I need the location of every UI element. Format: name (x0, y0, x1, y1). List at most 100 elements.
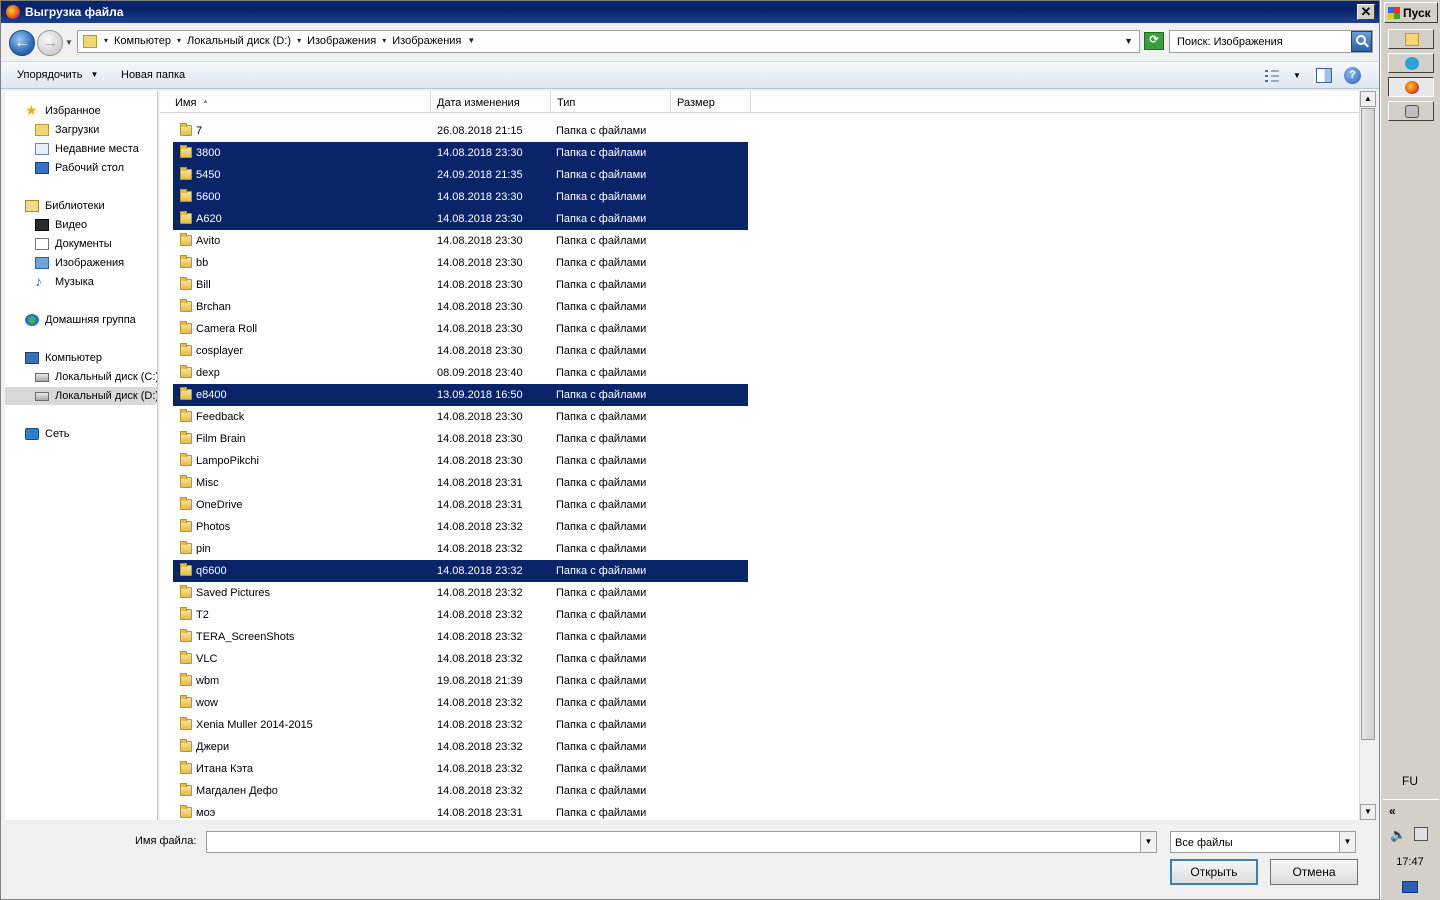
column-date[interactable]: Дата изменения (431, 91, 551, 113)
nav-item[interactable]: ♪ Музыка (5, 273, 157, 291)
file-row[interactable]: wow 14.08.2018 23:32 Папка с файлами (173, 692, 748, 714)
cancel-button[interactable]: Отмена (1270, 859, 1358, 885)
vertical-scrollbar[interactable]: ▲ ▼ (1359, 91, 1376, 820)
filetype-select[interactable]: Все файлы ▼ (1170, 831, 1356, 853)
file-row[interactable]: моэ 14.08.2018 23:31 Папка с файлами (173, 802, 748, 820)
forward-button[interactable]: → (37, 30, 63, 56)
taskbar-button[interactable] (1388, 101, 1434, 121)
search-button[interactable] (1351, 31, 1372, 52)
preview-pane-icon[interactable] (1316, 68, 1332, 83)
breadcrumb-dropdown[interactable]: ▼ (467, 36, 475, 48)
folder-icon (180, 189, 192, 202)
open-button[interactable]: Открыть (1170, 859, 1258, 885)
file-row[interactable]: Feedback 14.08.2018 23:30 Папка с файлами (173, 406, 748, 428)
file-row[interactable]: Итана Кэта 14.08.2018 23:32 Папка с файлам… (173, 758, 748, 780)
breadcrumb-item[interactable]: Изображения (392, 35, 461, 47)
file-row[interactable]: e8400 13.09.2018 16:50 Папка с файлами (173, 384, 748, 406)
breadcrumb-separator[interactable]: ▾ (104, 36, 108, 48)
file-row[interactable]: A620 14.08.2018 23:30 Папка с файлами (173, 208, 748, 230)
nav-item[interactable]: Видео (5, 216, 157, 234)
nav-item[interactable]: Локальный диск (C:) (5, 368, 157, 386)
taskbar-button[interactable] (1388, 29, 1434, 49)
view-options-dropdown[interactable]: ▼ (1293, 71, 1301, 80)
file-row[interactable]: Xenia Muller 2014-2015 14.08.2018 23:32 Па… (173, 714, 748, 736)
file-row[interactable]: Bill 14.08.2018 23:30 Папка с файлами (173, 274, 748, 296)
volume-icon[interactable]: 🔈 (1390, 827, 1406, 842)
start-button[interactable]: Пуск (1384, 2, 1438, 23)
file-row[interactable]: T2 14.08.2018 23:32 Папка с файлами (173, 604, 748, 626)
nav-item[interactable]: Недавние места (5, 140, 157, 158)
file-row[interactable]: 5600 14.08.2018 23:30 Папка с файлами (173, 186, 748, 208)
chevron-down-icon[interactable]: ▼ (1339, 832, 1355, 852)
file-row[interactable]: q6600 14.08.2018 23:32 Папка с файлами (173, 560, 748, 582)
breadcrumb-item[interactable]: Локальный диск (D:) (187, 35, 291, 47)
nav-item[interactable]: Сеть (5, 425, 157, 443)
file-row[interactable]: Saved Pictures 14.08.2018 23:32 Папка с фа… (173, 582, 748, 604)
taskbar-button[interactable] (1388, 53, 1434, 73)
column-type[interactable]: Тип (551, 91, 671, 113)
file-row[interactable]: Camera Roll 14.08.2018 23:30 Папка с файла… (173, 318, 748, 340)
scroll-thumb[interactable] (1361, 108, 1375, 740)
organize-button[interactable]: Упорядочить ▼ (17, 69, 98, 81)
file-row[interactable]: Магдален Дефо 14.08.2018 23:32 Папка с фай… (173, 780, 748, 802)
file-row[interactable]: 5450 24.09.2018 21:35 Папка с файлами (173, 164, 748, 186)
breadcrumb-separator[interactable]: ▾ (177, 36, 181, 48)
clock[interactable]: 17:47 (1381, 856, 1439, 868)
show-desktop-icon[interactable] (1402, 881, 1418, 893)
file-row[interactable]: OneDrive 14.08.2018 23:31 Папка с файлами (173, 494, 748, 516)
refresh-button[interactable]: ⟳ (1144, 32, 1164, 50)
title-bar[interactable]: Выгрузка файла ✕ (1, 1, 1379, 23)
filename-field[interactable] (206, 831, 1157, 853)
nav-item[interactable]: Компьютер (5, 349, 157, 367)
file-row[interactable]: cosplayer 14.08.2018 23:30 Папка с файлами (173, 340, 748, 362)
column-name[interactable]: Имя ▲ (160, 91, 431, 113)
nav-item[interactable]: Изображения (5, 254, 157, 272)
file-row[interactable]: 3800 14.08.2018 23:30 Папка с файлами (173, 142, 748, 164)
file-row[interactable]: Brchan 14.08.2018 23:30 Папка с файлами (173, 296, 748, 318)
recent-locations-dropdown[interactable]: ▼ (65, 38, 73, 47)
file-row[interactable]: Джери 14.08.2018 23:32 Папка с файлами (173, 736, 748, 758)
file-row[interactable]: VLC 14.08.2018 23:32 Папка с файлами (173, 648, 748, 670)
file-row[interactable]: wbm 19.08.2018 21:39 Папка с файлами (173, 670, 748, 692)
change-view-icon[interactable] (1265, 69, 1281, 83)
filename-history-dropdown[interactable]: ▼ (1140, 832, 1156, 852)
help-icon[interactable]: ? (1344, 67, 1361, 84)
file-row[interactable]: dexp 08.09.2018 23:40 Папка с файлами (173, 362, 748, 384)
nav-item[interactable]: ★ Избранное (5, 102, 157, 120)
back-button[interactable]: ← (9, 30, 35, 56)
file-row[interactable]: Avito 14.08.2018 23:30 Папка с файлами (173, 230, 748, 252)
breadcrumb-separator[interactable]: ▾ (297, 36, 301, 48)
breadcrumb-item[interactable]: Изображения (307, 35, 376, 47)
nav-item[interactable]: Документы (5, 235, 157, 253)
nav-item[interactable]: Домашняя группа (5, 311, 157, 329)
scroll-up-button[interactable]: ▲ (1360, 91, 1376, 107)
file-row[interactable]: Film Brain 14.08.2018 23:30 Папка с файлам… (173, 428, 748, 450)
file-row[interactable]: pin 14.08.2018 23:32 Папка с файлами (173, 538, 748, 560)
tray-expand-button[interactable]: « (1389, 804, 1396, 818)
language-indicator[interactable]: FU (1381, 774, 1439, 788)
close-button[interactable]: ✕ (1357, 4, 1375, 20)
breadcrumb-item[interactable]: Компьютер (114, 35, 171, 47)
breadcrumb-separator[interactable]: ▾ (382, 36, 386, 48)
file-name: Итана Кэта (196, 763, 253, 775)
address-history-dropdown[interactable]: ▼ (1124, 36, 1133, 46)
address-bar[interactable]: ▾ Компьютер ▾ Локальный диск (D:) ▾ Изображен… (77, 30, 1140, 53)
nav-item[interactable]: Библиотеки (5, 197, 157, 215)
nav-item[interactable]: Локальный диск (D:) (5, 387, 157, 405)
file-row[interactable]: Misc 14.08.2018 23:31 Папка с файлами (173, 472, 748, 494)
nav-item[interactable]: Загрузки (5, 121, 157, 139)
file-row[interactable]: 7 26.08.2018 21:15 Папка с файлами (173, 120, 748, 142)
scroll-down-button[interactable]: ▼ (1360, 804, 1376, 820)
file-row[interactable]: Photos 14.08.2018 23:32 Папка с файлами (173, 516, 748, 538)
network-status-icon[interactable] (1414, 827, 1428, 841)
file-name: Bill (196, 279, 211, 291)
folder-icon (180, 717, 192, 730)
column-size[interactable]: Размер (671, 91, 751, 113)
nav-item[interactable]: Рабочий стол (5, 159, 157, 177)
taskbar-button[interactable] (1388, 77, 1434, 97)
search-input[interactable]: Поиск: Изображения (1169, 30, 1373, 53)
new-folder-button[interactable]: Новая папка (121, 69, 185, 81)
file-row[interactable]: bb 14.08.2018 23:30 Папка с файлами (173, 252, 748, 274)
file-row[interactable]: LampoPikchi 14.08.2018 23:30 Папка с файла… (173, 450, 748, 472)
file-row[interactable]: TERA_ScreenShots 14.08.2018 23:32 Папка с … (173, 626, 748, 648)
